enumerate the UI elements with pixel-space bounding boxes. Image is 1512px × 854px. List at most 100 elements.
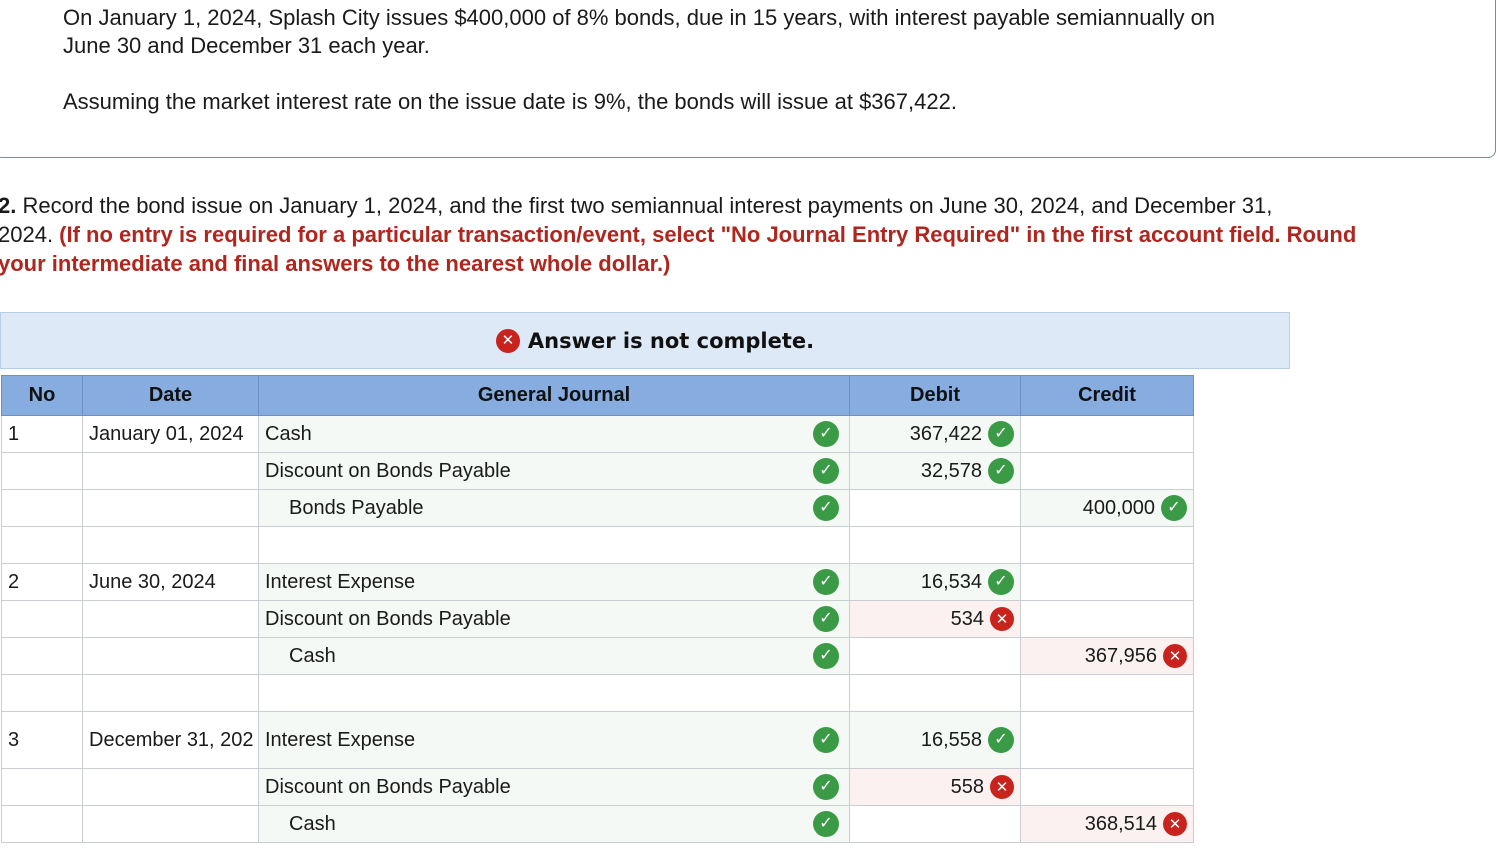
entry-number-cell (1, 768, 83, 806)
account-name: Discount on Bonds Payable (265, 607, 511, 630)
entry-number-cell (1, 637, 83, 675)
account-cell[interactable]: Cash ✓ (258, 805, 850, 843)
check-circle-icon: ✓ (1161, 495, 1187, 521)
date-cell[interactable]: June 30, 2024 (82, 563, 259, 601)
check-circle-icon: ✓ (988, 727, 1014, 753)
question-line-1: 2. Record the bond issue on January 1, 2… (0, 191, 1272, 220)
account-name: Discount on Bonds Payable (265, 775, 511, 798)
account-name: Cash (289, 644, 336, 667)
table-row: Cash ✓ 368,514 ✕ (1, 805, 1194, 843)
question-text-cont: 2024. (0, 222, 60, 247)
check-circle-icon: ✓ (813, 458, 839, 484)
account-name: Cash (289, 812, 336, 835)
date-cell[interactable]: January 01, 2024 (82, 415, 259, 453)
check-circle-icon: ✓ (813, 811, 839, 837)
stage: On January 1, 2024, Splash City issues $… (0, 0, 1512, 854)
table-row: 2 June 30, 2024 Interest Expense ✓ 16,534 ✓ (1, 563, 1194, 601)
entry-number-cell (1, 600, 83, 638)
credit-amount: 368,514 (1084, 812, 1157, 835)
account-cell[interactable]: Interest Expense ✓ (258, 563, 850, 601)
credit-cell[interactable] (1020, 674, 1194, 712)
account-cell[interactable]: Interest Expense ✓ (258, 711, 850, 769)
credit-cell[interactable] (1020, 600, 1194, 638)
check-circle-icon: ✓ (988, 421, 1014, 447)
x-circle-icon: ✕ (990, 607, 1014, 631)
table-row: 3 December 31, 202 Interest Expense ✓ 16,558… (1, 711, 1194, 769)
credit-cell[interactable] (1020, 768, 1194, 806)
check-circle-icon: ✓ (988, 458, 1014, 484)
debit-cell[interactable]: 367,422 ✓ (849, 415, 1021, 453)
table-header-row: No Date General Journal Debit Credit (1, 375, 1194, 416)
entry-number-cell (1, 805, 83, 843)
account-cell[interactable]: Discount on Bonds Payable ✓ (258, 600, 850, 638)
entry-number-cell (1, 452, 83, 490)
account-name: Cash (265, 422, 312, 445)
table-row: Discount on Bonds Payable ✓ 558 ✕ (1, 768, 1194, 806)
date-cell (82, 600, 259, 638)
credit-cell[interactable] (1020, 415, 1194, 453)
check-circle-icon: ✓ (813, 569, 839, 595)
date-cell (82, 674, 259, 712)
account-name: Interest Expense (265, 570, 416, 593)
debit-cell[interactable]: 558 ✕ (849, 768, 1021, 806)
account-cell[interactable]: Discount on Bonds Payable ✓ (258, 768, 850, 806)
debit-cell[interactable]: 16,534 ✓ (849, 563, 1021, 601)
credit-cell[interactable]: 368,514 ✕ (1020, 805, 1194, 843)
account-cell[interactable]: Bonds Payable ✓ (258, 489, 850, 527)
credit-cell[interactable] (1020, 452, 1194, 490)
problem-text-line-1: On January 1, 2024, Splash City issues $… (63, 5, 1216, 30)
credit-cell[interactable]: 400,000 ✓ (1020, 489, 1194, 527)
account-cell[interactable] (258, 674, 850, 712)
date-cell (82, 452, 259, 490)
debit-cell[interactable] (849, 674, 1021, 712)
account-cell[interactable]: Cash ✓ (258, 415, 850, 453)
account-cell[interactable] (258, 526, 850, 564)
debit-amount: 367,422 (909, 422, 982, 445)
header-debit: Debit (849, 375, 1021, 416)
question-line-2: 2024. (If no entry is required for a par… (0, 220, 1356, 249)
date-cell (82, 805, 259, 843)
debit-amount: 558 (950, 775, 984, 798)
debit-amount: 32,578 (920, 459, 982, 482)
account-name: Bonds Payable (289, 496, 424, 519)
entry-number-cell (1, 674, 83, 712)
x-circle-icon: ✕ (1163, 812, 1187, 836)
check-circle-icon: ✓ (813, 421, 839, 447)
check-circle-icon: ✓ (813, 643, 839, 669)
check-circle-icon: ✓ (813, 727, 839, 753)
question-instruction: (If no entry is required for a particula… (59, 222, 1357, 247)
x-circle-icon: ✕ (990, 775, 1014, 799)
check-circle-icon: ✓ (813, 606, 839, 632)
date-cell (82, 526, 259, 564)
debit-cell[interactable]: 534 ✕ (849, 600, 1021, 638)
debit-amount: 534 (950, 607, 984, 630)
credit-cell[interactable] (1020, 563, 1194, 601)
credit-cell[interactable] (1020, 526, 1194, 564)
entry-number-cell: 3 (1, 711, 83, 769)
debit-amount: 16,534 (920, 570, 982, 593)
question-number: 2. (0, 193, 17, 218)
account-cell[interactable]: Cash ✓ (258, 637, 850, 675)
debit-amount: 16,558 (920, 728, 982, 751)
credit-cell[interactable] (1020, 711, 1194, 769)
general-journal-table: No Date General Journal Debit Credit 1 Ja… (1, 375, 1194, 843)
entry-number-cell: 2 (1, 563, 83, 601)
debit-cell[interactable] (849, 489, 1021, 527)
date-cell[interactable]: December 31, 202 (82, 711, 259, 769)
check-circle-icon: ✓ (988, 569, 1014, 595)
credit-amount: 400,000 (1082, 496, 1155, 519)
debit-cell[interactable] (849, 526, 1021, 564)
question-instruction-cont: your intermediate and final answers to t… (0, 251, 671, 276)
debit-cell[interactable]: 16,558 ✓ (849, 711, 1021, 769)
debit-cell[interactable] (849, 805, 1021, 843)
date-cell (82, 637, 259, 675)
debit-cell[interactable]: 32,578 ✓ (849, 452, 1021, 490)
date-cell (82, 768, 259, 806)
account-cell[interactable]: Discount on Bonds Payable ✓ (258, 452, 850, 490)
credit-cell[interactable]: 367,956 ✕ (1020, 637, 1194, 675)
debit-cell[interactable] (849, 637, 1021, 675)
header-general-journal: General Journal (258, 375, 850, 416)
entry-number-cell: 1 (1, 415, 83, 453)
entry-number-cell (1, 489, 83, 527)
table-row (1, 674, 1194, 712)
